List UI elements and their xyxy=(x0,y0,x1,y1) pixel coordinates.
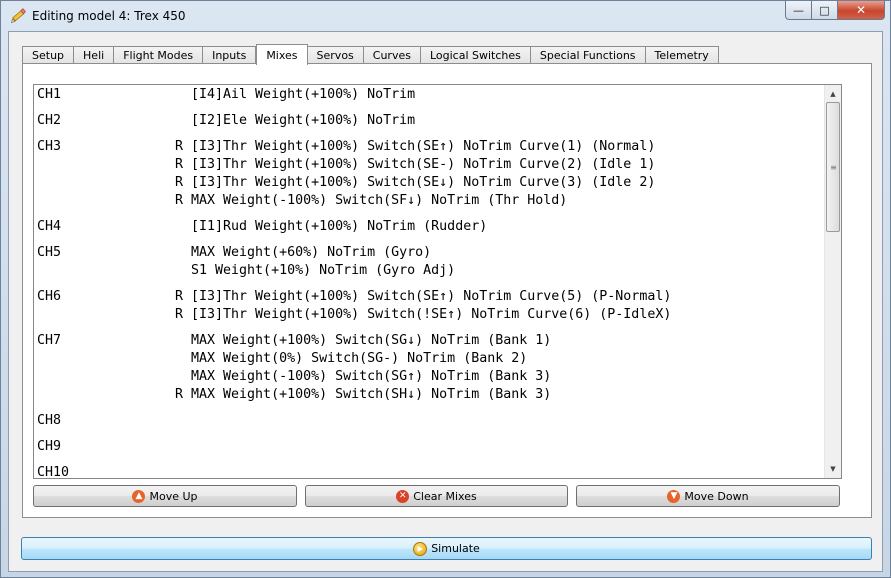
move-down-button[interactable]: ▼ Move Down xyxy=(576,485,840,507)
mix-line[interactable]: R MAX Weight(+100%) Switch(SH↓) NoTrim (… xyxy=(175,387,551,402)
play-icon: ▶ xyxy=(413,541,428,556)
clear-mixes-button[interactable]: ✕ Clear Mixes xyxy=(305,485,568,507)
mix-line[interactable]: MAX Weight(0%) Switch(SG-) NoTrim (Bank … xyxy=(175,351,527,366)
channel-label[interactable]: CH9 xyxy=(37,439,61,454)
mixes-list[interactable]: CH1 [I4]Ail Weight(+100%) NoTrim CH2 [I2]… xyxy=(33,84,842,479)
mix-line[interactable]: S1 Weight(+10%) NoTrim (Gyro Adj) xyxy=(175,263,455,278)
channel-label[interactable]: CH10 xyxy=(37,465,69,478)
maximize-button[interactable]: □ xyxy=(812,1,838,20)
clear-icon: ✕ xyxy=(396,489,410,503)
vertical-scrollbar[interactable]: ▲ ≡ ▼ xyxy=(824,85,841,478)
move-down-label: Move Down xyxy=(684,489,749,503)
close-button[interactable]: ✕ xyxy=(838,1,885,20)
tab-bar: Setup Heli Flight Modes Inputs Mixes Servos Cu… xyxy=(22,44,719,65)
mix-line[interactable]: MAX Weight(+100%) Switch(SG↓) NoTrim (Ba… xyxy=(175,333,551,348)
scroll-up-icon[interactable]: ▲ xyxy=(825,86,841,102)
simulate-button[interactable]: ▶ Simulate xyxy=(21,537,872,560)
mix-line[interactable]: R [I3]Thr Weight(+100%) Switch(!SE↑) NoT… xyxy=(175,307,671,322)
minimize-button[interactable]: — xyxy=(785,1,812,20)
scrollbar-thumb[interactable]: ≡ xyxy=(826,102,840,232)
mix-line[interactable]: R [I3]Thr Weight(+100%) Switch(SE↓) NoTr… xyxy=(175,175,655,190)
channel-label[interactable]: CH7 xyxy=(37,333,61,348)
simulate-label: Simulate xyxy=(431,542,480,555)
channel-label[interactable]: CH2 xyxy=(37,113,61,128)
move-up-label: Move Up xyxy=(149,489,198,503)
mix-line[interactable]: [I2]Ele Weight(+100%) NoTrim xyxy=(175,113,415,128)
window-controls: — □ ✕ xyxy=(785,1,885,20)
mix-line[interactable]: [I1]Rud Weight(+100%) NoTrim (Rudder) xyxy=(175,219,487,234)
mixes-list-content: CH1 [I4]Ail Weight(+100%) NoTrim CH2 [I2]… xyxy=(34,85,824,478)
channel-label[interactable]: CH3 xyxy=(37,139,61,154)
editor-window: Editing model 4: Trex 450 — □ ✕ Setup Hel… xyxy=(0,0,891,578)
window-title: Editing model 4: Trex 450 xyxy=(32,9,186,23)
mix-line[interactable]: MAX Weight(+60%) NoTrim (Gyro) xyxy=(175,245,431,260)
title-bar[interactable]: Editing model 4: Trex 450 — □ ✕ xyxy=(1,1,890,31)
scroll-down-icon[interactable]: ▼ xyxy=(825,461,841,477)
mix-line[interactable]: R MAX Weight(-100%) Switch(SF↓) NoTrim (… xyxy=(175,193,567,208)
mix-line[interactable]: [I4]Ail Weight(+100%) NoTrim xyxy=(175,87,415,102)
pencil-icon xyxy=(11,8,26,23)
arrow-up-icon: ▲ xyxy=(132,489,146,503)
channel-label[interactable]: CH6 xyxy=(37,289,61,304)
channel-label[interactable]: CH1 xyxy=(37,87,61,102)
mix-line[interactable]: MAX Weight(-100%) Switch(SG↑) NoTrim (Ba… xyxy=(175,369,551,384)
arrow-down-icon: ▼ xyxy=(667,489,681,503)
tab-mixes[interactable]: Mixes xyxy=(256,44,308,65)
client-area: Setup Heli Flight Modes Inputs Mixes Servos Cu… xyxy=(8,31,883,572)
mixes-panel: CH1 [I4]Ail Weight(+100%) NoTrim CH2 [I2]… xyxy=(22,63,872,518)
channel-label[interactable]: CH4 xyxy=(37,219,61,234)
clear-mixes-label: Clear Mixes xyxy=(413,489,477,503)
channel-label[interactable]: CH8 xyxy=(37,413,61,428)
mix-line[interactable]: R [I3]Thr Weight(+100%) Switch(SE↑) NoTr… xyxy=(175,289,671,304)
move-up-button[interactable]: ▲ Move Up xyxy=(33,485,297,507)
mix-line[interactable]: R [I3]Thr Weight(+100%) Switch(SE↑) NoTr… xyxy=(175,139,655,154)
channel-label[interactable]: CH5 xyxy=(37,245,61,260)
mix-line[interactable]: R [I3]Thr Weight(+100%) Switch(SE-) NoTr… xyxy=(175,157,655,172)
